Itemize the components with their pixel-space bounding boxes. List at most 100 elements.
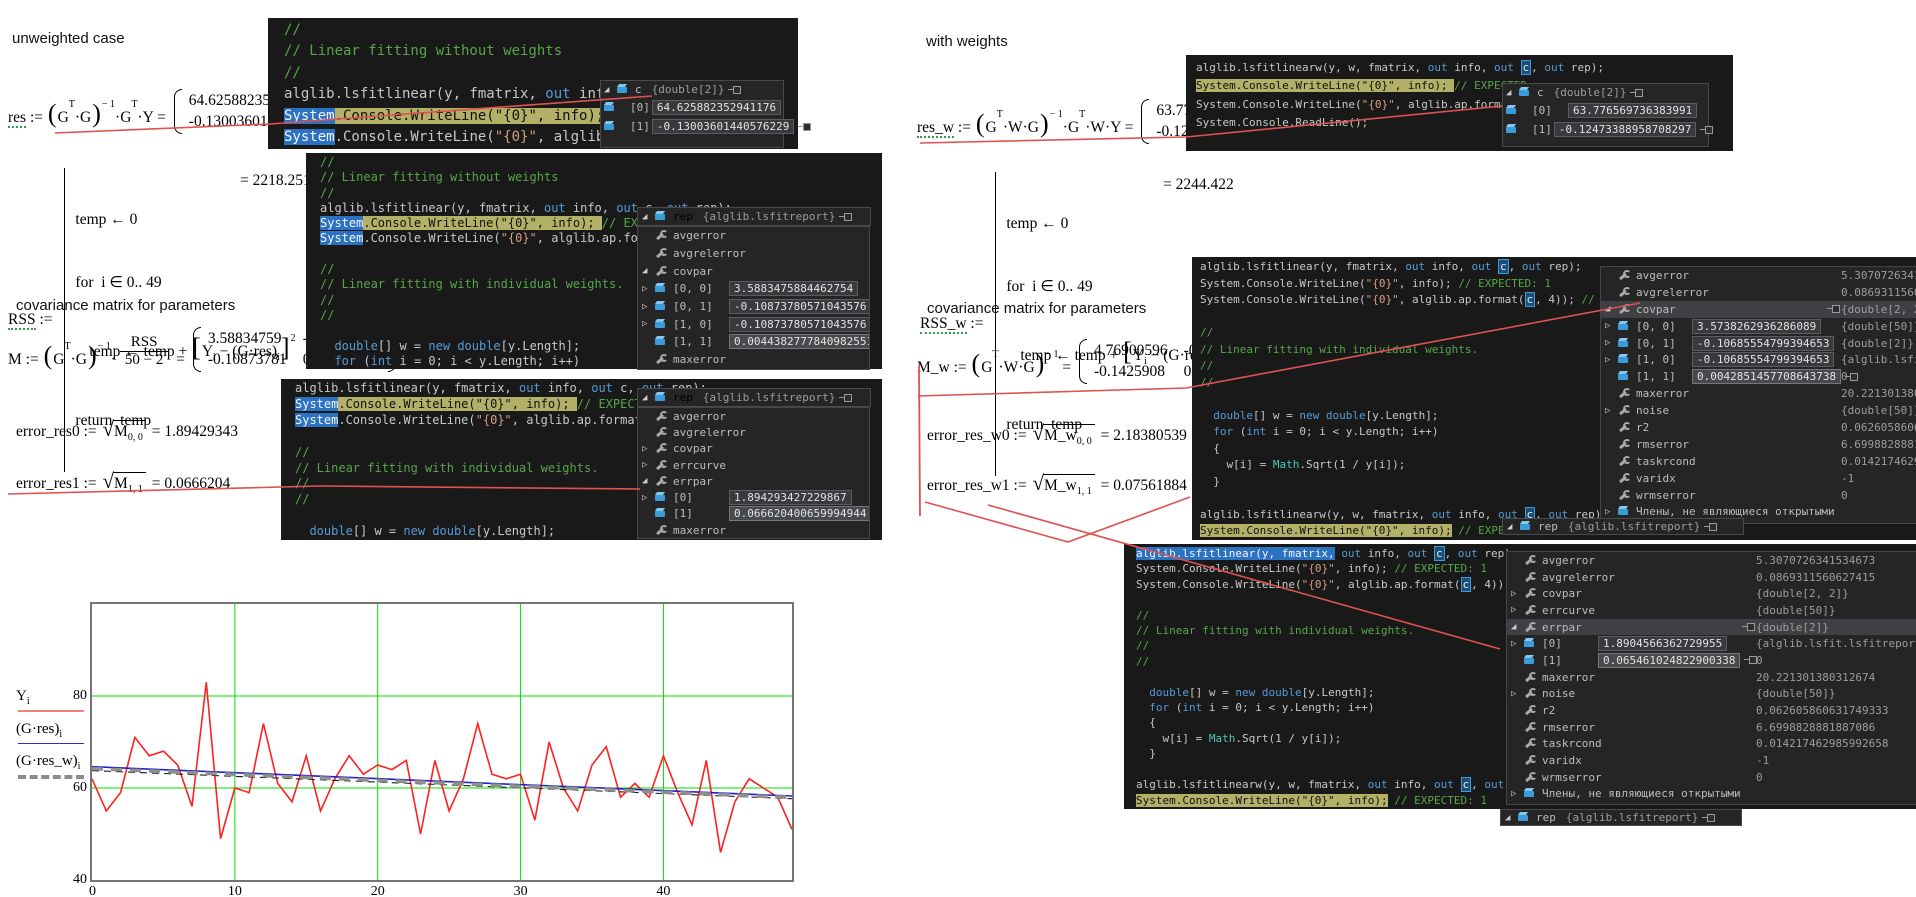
watch-row-wrmserror[interactable]: wrmserror0 [1601,487,1916,504]
watch-row--1-1-[interactable]: [1, 1]0.00428514577086437380 [1601,368,1916,385]
watch-row--0-1-[interactable]: [0, 1]-0.10685554799394653{double[2]} [1601,335,1916,352]
watch-row-taskrcond[interactable]: taskrcond0.014217462985992658 [1507,736,1916,753]
watch-row-avgrelerror[interactable]: avgrelerror0.0869311560627415 [1601,284,1916,301]
watch-row-rmserror[interactable]: rmserror6.6998828881887086 [1507,719,1916,736]
datatip-row[interactable]: [0]63.776569736383991 [1503,101,1708,120]
watch-row-r2[interactable]: r20.062605860631749333 [1507,702,1916,719]
expander-icon[interactable] [1605,406,1618,416]
expander-icon[interactable] [1605,321,1618,331]
expander-icon[interactable] [642,284,655,294]
watch-value[interactable]: -0.10873780571043576 [729,317,870,332]
datatip-value[interactable]: -0.13003601440576229 [652,119,794,134]
watch-row-taskrcond[interactable]: taskrcond0.014217462985992658 [1601,453,1916,470]
watch-row--0-1-[interactable]: [0, 1]-0.10873780571043576 [638,298,869,316]
watch-anchor-rep-c[interactable]: rep {alglib.lsfitreport} [1502,518,1744,535]
watch-anchor-rep-d[interactable]: rep {alglib.lsfitreport} [1500,809,1742,826]
datatip-header[interactable]: rep {alglib.lsfitreport} [637,207,871,226]
expander-icon[interactable] [1605,338,1618,348]
watch-row-maxerror[interactable]: maxerror [638,351,869,369]
watch-row--0-0-[interactable]: [0, 0]3.5883475884462754 [638,280,869,298]
watch-row--1-[interactable]: [1]0.0654610248229003380 [1507,652,1916,669]
watch-row--1-0-[interactable]: [1, 0]-0.10685554799394653{alglib.lsfit.… [1601,351,1916,368]
watch-row-r2[interactable]: r20.062605860631749333 [1601,419,1916,436]
pin-icon[interactable] [1704,523,1717,531]
pin-icon[interactable] [839,213,852,221]
pin-icon[interactable] [1742,623,1755,631]
watch-row-errpar[interactable]: errpar [638,473,869,489]
watch-row-avgrelerror[interactable]: avgrelerror [638,245,869,263]
datatip-row[interactable]: [0]64.625882352941176 [601,98,783,117]
expander-icon[interactable] [1605,355,1618,365]
expander-icon[interactable] [642,460,655,470]
watch-row-avgrelerror[interactable]: avgrelerror [638,424,869,440]
expander-icon[interactable] [1511,689,1524,699]
pin-icon[interactable] [1630,89,1643,97]
expander-icon[interactable] [642,476,655,486]
watch-row-avgerror[interactable]: avgerror5.3070726341534673 [1507,552,1916,569]
watch-row-covpar[interactable]: covpar{double[2, 2]} [1507,585,1916,602]
expander-icon[interactable] [642,393,655,403]
expander-icon[interactable] [604,85,617,95]
watch-row-covpar[interactable]: covpar{double[2, 2]} [1601,301,1916,318]
watch-row-rmserror[interactable]: rmserror6.6998828881887086 [1601,436,1916,453]
watch-row-maxerror[interactable]: maxerror [638,522,869,538]
watch-row-errcurve[interactable]: errcurve [638,457,869,473]
datatip-header[interactable]: c {double[2]} [601,81,783,98]
watch-row-noise[interactable]: noise{double[50]} [1507,686,1916,703]
pin-icon[interactable] [1827,305,1840,313]
expander-icon[interactable] [1511,605,1524,615]
pin-icon[interactable] [839,394,852,402]
watch-row-maxerror[interactable]: maxerror20.221301380312674 [1507,669,1916,686]
watch-row-covpar[interactable]: covpar [638,441,869,457]
watch-value[interactable]: 0.0044382777840982551 [729,334,870,349]
watch-value[interactable]: 3.5883475884462754 [729,281,858,296]
watch-value[interactable]: 0.0042851457708643738 [1692,369,1841,384]
watch-value[interactable]: 1.8904566362729955 [1598,636,1727,651]
expander-icon[interactable] [642,444,655,454]
expander-icon[interactable] [1511,789,1524,799]
watch-value[interactable]: 0.066620400659994944 [729,506,870,521]
watch-row-wrmserror[interactable]: wrmserror0 [1507,769,1916,786]
watch-value[interactable]: 3.5738262936286089 [1692,319,1821,334]
watch-row--1-0-[interactable]: [1, 0]-0.10873780571043576 [638,315,869,333]
watch-row--0-[interactable]: [0]1.8904566362729955{alglib.lsfit.lsfit… [1507,635,1916,652]
watch-row--0-[interactable]: [0]1.894293427229867 [638,489,869,505]
datatip-row[interactable]: [1]-0.13003601440576229 [601,117,783,136]
expander-icon[interactable] [1507,522,1520,532]
pin-icon[interactable] [1700,126,1713,134]
expander-icon[interactable] [642,212,655,222]
expander-icon[interactable] [642,302,655,312]
watch-row--0-0-[interactable]: [0, 0]3.5738262936286089{double[50]} [1601,318,1916,335]
expander-icon[interactable] [1605,304,1618,314]
pin-icon[interactable] [798,123,811,131]
watch-row-avgerror[interactable]: avgerror [638,227,869,245]
watch-value[interactable]: -0.10873780571043576 [729,299,870,314]
watch-row-varidx[interactable]: varidx-1 [1601,470,1916,487]
datatip-value[interactable]: 63.776569736383991 [1568,103,1697,118]
datatip-row[interactable]: [1]-0.12473388958708297 [1503,120,1708,139]
expander-icon[interactable] [642,493,655,503]
watch-row-varidx[interactable]: varidx-1 [1507,752,1916,769]
watch-row-maxerror[interactable]: maxerror20.221301380312674 [1601,385,1916,402]
watch-value[interactable]: -0.10685554799394653 [1692,336,1834,351]
watch-row-noise[interactable]: noise{double[50]} [1601,402,1916,419]
datatip-header[interactable]: c {double[2]} [1503,84,1708,101]
expander-icon[interactable] [1511,622,1524,632]
watch-value[interactable]: -0.10685554799394653 [1692,352,1834,367]
expander-icon[interactable] [642,266,655,276]
watch-row-errpar[interactable]: errpar{double[2]} [1507,619,1916,636]
expander-icon[interactable] [1511,639,1524,649]
watch-row-errcurve[interactable]: errcurve{double[50]} [1507,602,1916,619]
watch-row--1-[interactable]: [1]0.066620400659994944 [638,506,869,522]
watch-value[interactable]: 1.894293427229867 [729,490,852,505]
watch-row-covpar[interactable]: covpar [638,262,869,280]
watch-row-avgrelerror[interactable]: avgrelerror0.0869311560627415 [1507,569,1916,586]
expander-icon[interactable] [1605,507,1618,517]
datatip-value[interactable]: -0.12473388958708297 [1554,122,1696,137]
expander-icon[interactable] [1505,813,1518,823]
expander-icon[interactable] [642,319,655,329]
expander-icon[interactable] [1506,88,1519,98]
watch-row-avgerror[interactable]: avgerror [638,408,869,424]
datatip-header[interactable]: rep {alglib.lsfitreport} [637,388,871,407]
expander-icon[interactable] [1511,589,1524,599]
